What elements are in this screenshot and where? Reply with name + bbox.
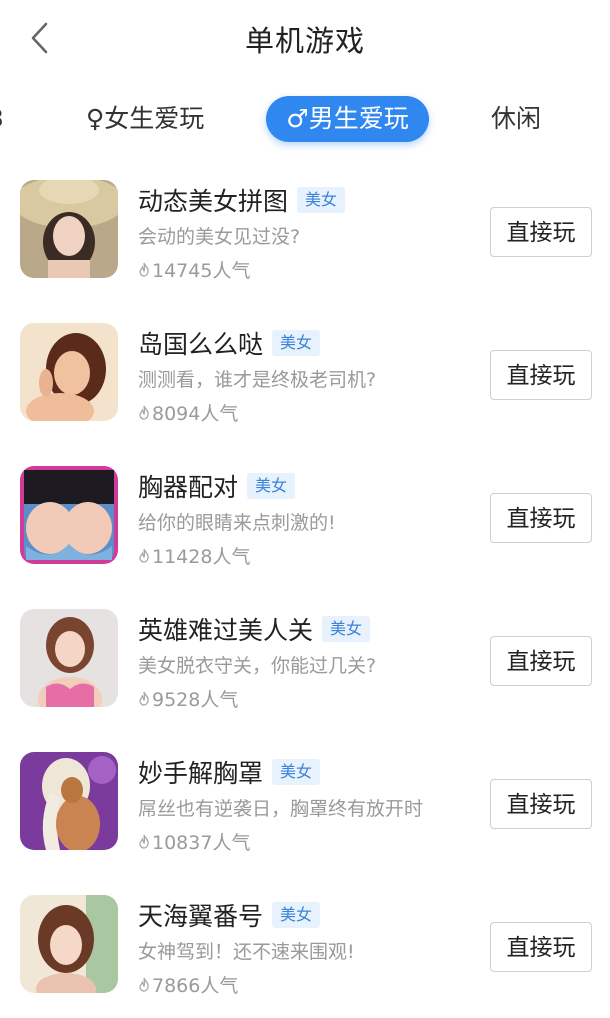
category-badge: 美女 — [272, 330, 321, 356]
play-now-button[interactable]: 直接玩 — [490, 493, 592, 543]
popularity-count: 9528人气 — [152, 689, 239, 711]
flame-icon — [139, 977, 149, 992]
game-description: 测测看，谁才是终极老司机? — [138, 369, 377, 391]
game-title: 妙手解胸罩 — [138, 759, 264, 788]
tab-casual[interactable]: 休闲 — [491, 96, 541, 142]
game-description: 美女脱衣守关，你能过几关? — [138, 655, 377, 677]
popularity-row: 10837人气 — [138, 828, 250, 855]
flame-icon — [139, 405, 149, 420]
list-item[interactable]: 胸器配对 美女 给你的眼睛来点刺激的! 11428人气 直接玩 — [0, 446, 610, 589]
play-now-button[interactable]: 直接玩 — [490, 207, 592, 257]
game-thumbnail[interactable] — [20, 180, 118, 278]
game-title: 胸器配对 — [138, 473, 239, 502]
game-title-row: 动态美女拼图 美女 — [138, 182, 346, 218]
play-now-button[interactable]: 直接玩 — [490, 922, 592, 972]
list-item[interactable]: 动态美女拼图 美女 会动的美女见过没? 14745人气 直接玩 — [0, 160, 610, 303]
popularity-row: 7866人气 — [138, 971, 238, 998]
popularity-row: 8094人气 — [138, 399, 238, 426]
game-thumbnail[interactable] — [20, 895, 118, 993]
tab-male-favorites[interactable]: ♂男生爱玩 — [266, 96, 429, 142]
popularity-row: 11428人气 — [138, 542, 250, 569]
game-title-row: 妙手解胸罩 美女 — [138, 754, 321, 790]
game-description: 女神驾到！还不速来围观! — [138, 941, 355, 963]
game-thumbnail[interactable] — [20, 466, 118, 564]
game-thumbnail[interactable] — [20, 752, 118, 850]
flame-icon — [139, 691, 149, 706]
category-badge: 美女 — [272, 759, 321, 785]
flame-icon — [139, 548, 149, 563]
play-now-button[interactable]: 直接玩 — [490, 636, 592, 686]
flame-icon — [139, 262, 149, 277]
tab-female-favorites[interactable]: ♀女生爱玩 — [86, 96, 204, 142]
game-title-row: 天海翼番号 美女 — [138, 897, 321, 933]
list-item[interactable]: 天海翼番号 美女 女神驾到！还不速来围观! 7866人气 直接玩 — [0, 875, 610, 1018]
game-description: 会动的美女见过没? — [138, 226, 301, 248]
category-badge: 美女 — [297, 187, 346, 213]
game-title-row: 英雄难过美人关 美女 — [138, 611, 371, 647]
list-item[interactable]: 英雄难过美人关 美女 美女脱衣守关，你能过几关? 9528人气 直接玩 — [0, 589, 610, 732]
game-description: 屌丝也有逆袭日，胸罩终有放开时 — [138, 798, 424, 820]
game-list: 动态美女拼图 美女 会动的美女见过没? 14745人气 直接玩 岛国么么哒 美女… — [0, 160, 610, 1018]
game-title-row: 胸器配对 美女 — [138, 468, 296, 504]
popularity-count: 10837人气 — [152, 832, 251, 854]
game-title: 动态美女拼图 — [138, 187, 289, 216]
game-thumbnail[interactable] — [20, 609, 118, 707]
popularity-count: 11428人气 — [152, 546, 251, 568]
app-header: 单机游戏 — [0, 0, 610, 76]
game-title: 英雄难过美人关 — [138, 616, 314, 645]
game-title-row: 岛国么么哒 美女 — [138, 325, 321, 361]
category-badge: 美女 — [322, 616, 371, 642]
popularity-count: 7866人气 — [152, 975, 239, 997]
popularity-count: 14745人气 — [152, 260, 251, 282]
popularity-row: 9528人气 — [138, 685, 238, 712]
page-title: 单机游戏 — [244, 24, 365, 58]
popularity-count: 8094人气 — [152, 403, 239, 425]
game-thumbnail[interactable] — [20, 323, 118, 421]
category-badge: 美女 — [272, 902, 321, 928]
tab-partial[interactable]: 3 — [0, 96, 10, 142]
list-item[interactable]: 妙手解胸罩 美女 屌丝也有逆袭日，胸罩终有放开时 10837人气 直接玩 — [0, 732, 610, 875]
play-now-button[interactable]: 直接玩 — [490, 350, 592, 400]
play-now-button[interactable]: 直接玩 — [490, 779, 592, 829]
category-tabs: 3 ♀女生爱玩 ♂男生爱玩 休闲 — [0, 90, 610, 148]
popularity-row: 14745人气 — [138, 256, 250, 283]
category-badge: 美女 — [247, 473, 296, 499]
game-description: 给你的眼睛来点刺激的! — [138, 512, 336, 534]
game-title: 岛国么么哒 — [138, 330, 264, 359]
list-item[interactable]: 岛国么么哒 美女 测测看，谁才是终极老司机? 8094人气 直接玩 — [0, 303, 610, 446]
game-title: 天海翼番号 — [138, 902, 264, 931]
flame-icon — [139, 834, 149, 849]
